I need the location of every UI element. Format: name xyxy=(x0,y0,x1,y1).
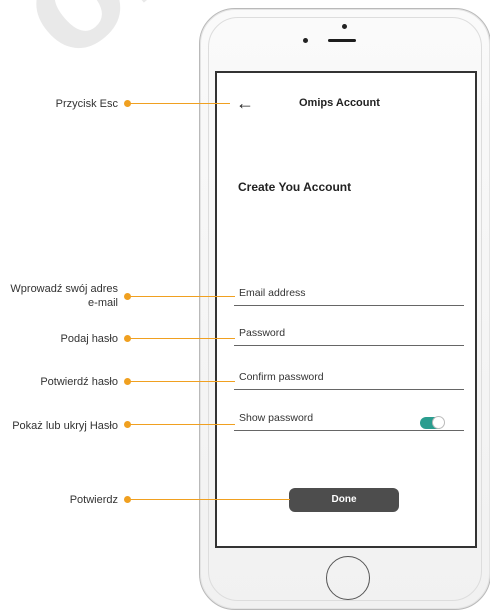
callout-show-line xyxy=(130,424,235,425)
proximity-sensor xyxy=(303,38,308,43)
toggle-knob xyxy=(432,416,445,429)
back-arrow-icon[interactable]: ← xyxy=(236,94,254,112)
done-button[interactable]: Done xyxy=(289,488,399,512)
callout-confirm-label: Potwierdź hasło xyxy=(40,376,118,388)
callout-email-line xyxy=(130,296,235,297)
callout-email-label: Wprowadź swój adres e-mail xyxy=(10,283,118,309)
password-field[interactable]: Password xyxy=(234,325,464,346)
callout-done-line xyxy=(130,499,290,500)
callout-esc-line xyxy=(130,103,230,104)
callout-confirm-line xyxy=(130,381,235,382)
email-field-label: Email address xyxy=(239,287,306,299)
callout-password-label: Podaj hasło xyxy=(60,333,119,345)
phone-screen xyxy=(215,71,477,548)
confirm-password-field[interactable]: Confirm password xyxy=(234,369,464,390)
email-field[interactable]: Email address xyxy=(234,285,464,306)
show-password-label: Show password xyxy=(239,412,314,424)
callout-password-line xyxy=(130,338,235,339)
password-field-label: Password xyxy=(239,327,286,339)
callout-show-label: Pokaż lub ukryj Hasło xyxy=(12,420,118,432)
callout-done-label: Potwierdz xyxy=(69,494,118,506)
home-button[interactable] xyxy=(326,556,370,600)
show-password-toggle[interactable] xyxy=(420,416,445,429)
confirm-password-field-label: Confirm password xyxy=(239,371,324,383)
front-camera xyxy=(342,24,347,29)
callout-esc-label: Przycisk Esc xyxy=(55,98,118,110)
earpiece-speaker xyxy=(328,39,356,42)
header-title: Omips Account xyxy=(299,97,380,109)
page-heading: Create You Account xyxy=(238,180,352,194)
